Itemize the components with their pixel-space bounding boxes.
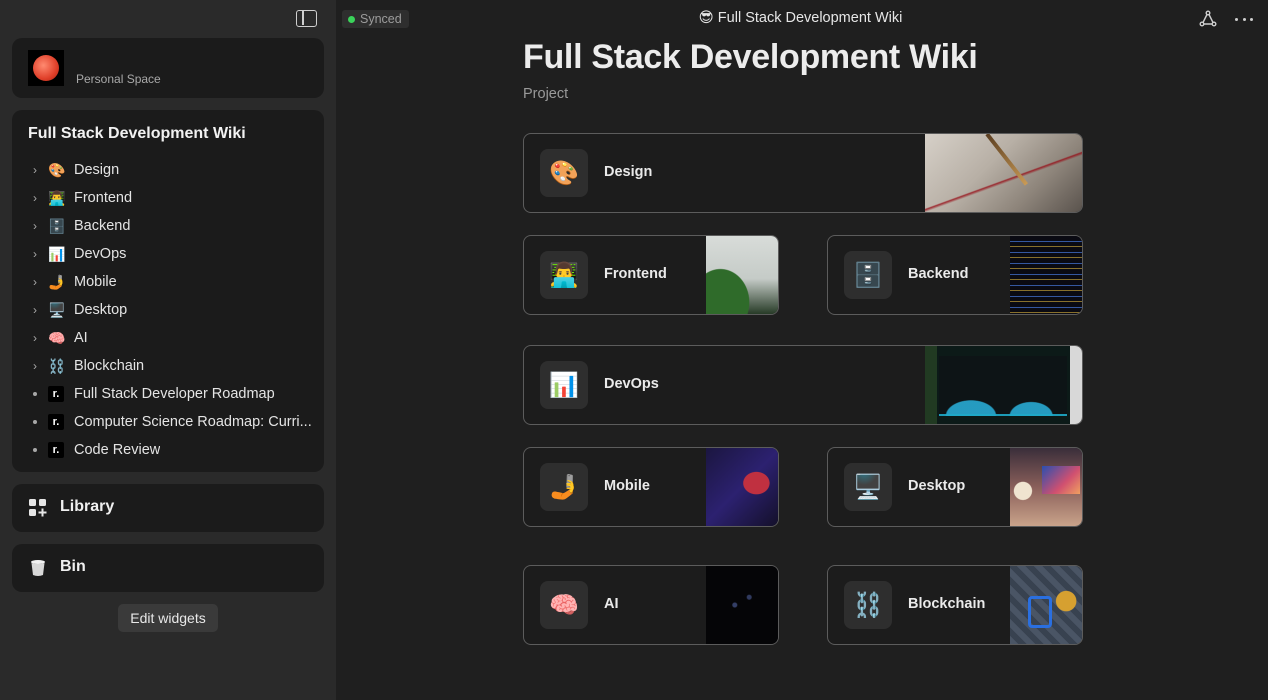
bar-chart-icon: 📊 (540, 361, 588, 409)
roadmap-logo-icon: r. (48, 442, 64, 458)
cover-image (706, 448, 778, 526)
topbar-title: 😎 Full Stack Development Wiki (0, 10, 1268, 26)
tree-item-blockchain[interactable]: › ⛓️ Blockchain (12, 352, 324, 380)
roadmap-logo-icon: r. (48, 414, 64, 430)
tree-item-label: Design (74, 162, 120, 178)
palette-icon: 🎨 (48, 161, 66, 178)
chains-icon: ⛓️ (844, 581, 892, 629)
bar-chart-icon: 📊 (48, 245, 66, 262)
tile-label: AI (604, 596, 619, 612)
selfie-icon: 🤳 (48, 273, 66, 290)
chevron-right-icon[interactable]: › (30, 303, 40, 317)
edit-widgets-button[interactable]: Edit widgets (118, 604, 218, 632)
tree-item-ai[interactable]: › 🧠 AI (12, 324, 324, 352)
tree-item-label: Desktop (74, 302, 128, 318)
tile-mobile[interactable]: 🤳 Mobile (523, 447, 779, 527)
library-label: Library (60, 498, 115, 515)
bin-label: Bin (60, 558, 86, 575)
app-window: Personal Space Full Stack Development Wi… (0, 0, 1268, 700)
share-icon[interactable] (1199, 10, 1217, 28)
tree-item-frontend[interactable]: › 👨‍💻 Frontend (12, 184, 324, 212)
tile-blockchain[interactable]: ⛓️ Blockchain (827, 565, 1083, 645)
technologist-icon: 👨‍💻 (540, 251, 588, 299)
cover-image (1010, 236, 1082, 314)
brain-icon: 🧠 (48, 329, 66, 346)
tree-item-full-stack-roadmap[interactable]: r. Full Stack Developer Roadmap (12, 380, 324, 408)
tree-item-label: Mobile (74, 274, 117, 290)
library-widget[interactable]: Library (12, 484, 324, 532)
tree-item-label: Code Review (74, 442, 161, 458)
tile-desktop[interactable]: 🖥️ Desktop (827, 447, 1083, 527)
chevron-right-icon[interactable]: › (30, 331, 40, 345)
tree-item-label: Full Stack Developer Roadmap (74, 386, 275, 402)
tile-label: Frontend (604, 266, 667, 282)
tree-item-label: DevOps (74, 246, 127, 262)
chevron-right-icon[interactable]: › (30, 163, 40, 177)
space-label: Personal Space (76, 72, 161, 86)
page-subtitle: Project (523, 86, 569, 102)
wiki-title[interactable]: Full Stack Development Wiki (28, 125, 246, 143)
bin-widget[interactable]: Bin (12, 544, 324, 592)
cover-image (706, 566, 778, 644)
chevron-right-icon[interactable]: › (30, 191, 40, 205)
tile-devops[interactable]: 📊 DevOps (523, 345, 1083, 425)
technologist-icon: 👨‍💻 (48, 189, 66, 206)
tree-item-label: AI (74, 330, 88, 346)
wiki-tree: › 🎨 Design › 👨‍💻 Frontend › 🗄️ Backend ›… (12, 156, 324, 464)
tree-item-desktop[interactable]: › 🖥️ Desktop (12, 296, 324, 324)
bullet-icon (30, 448, 40, 452)
wiki-tree-card: Full Stack Development Wiki › 🎨 Design ›… (12, 110, 324, 472)
tree-item-label: Computer Science Roadmap: Curri... (74, 414, 312, 430)
tile-label: Mobile (604, 478, 650, 494)
selfie-icon: 🤳 (540, 463, 588, 511)
tree-item-mobile[interactable]: › 🤳 Mobile (12, 268, 324, 296)
chevron-right-icon[interactable]: › (30, 219, 40, 233)
file-cabinet-icon: 🗄️ (844, 251, 892, 299)
brain-icon: 🧠 (540, 581, 588, 629)
tree-item-label: Backend (74, 218, 131, 234)
tile-label: DevOps (604, 376, 659, 392)
tree-item-label: Blockchain (74, 358, 145, 374)
cover-image (925, 346, 1082, 424)
tree-item-code-review[interactable]: r. Code Review (12, 436, 324, 464)
cover-image (1010, 448, 1082, 526)
document-title[interactable]: 😎 Full Stack Development Wiki (699, 10, 903, 26)
chains-icon: ⛓️ (48, 357, 66, 374)
space-avatar (28, 50, 64, 86)
library-grid-icon (29, 499, 47, 517)
file-cabinet-icon: 🗄️ (48, 217, 66, 234)
chevron-right-icon[interactable]: › (30, 275, 40, 289)
tile-label: Blockchain (908, 596, 986, 612)
bullet-icon (30, 392, 40, 396)
tree-item-design[interactable]: › 🎨 Design (12, 156, 324, 184)
bullet-icon (30, 420, 40, 424)
cover-image (925, 134, 1082, 212)
tile-label: Design (604, 164, 653, 180)
tree-item-cs-roadmap[interactable]: r. Computer Science Roadmap: Curri... (12, 408, 324, 436)
roadmap-logo-icon: r. (48, 386, 64, 402)
cover-image (1010, 566, 1082, 644)
cover-image (706, 236, 778, 314)
page-title[interactable]: Full Stack Development Wiki (523, 38, 978, 77)
bin-icon (31, 560, 45, 576)
tree-item-label: Frontend (74, 190, 133, 206)
more-options-icon[interactable] (1235, 10, 1253, 28)
tile-ai[interactable]: 🧠 AI (523, 565, 779, 645)
sidebar: Personal Space Full Stack Development Wi… (0, 0, 336, 700)
chevron-right-icon[interactable]: › (30, 247, 40, 261)
tile-design[interactable]: 🎨 Design (523, 133, 1083, 213)
tile-frontend[interactable]: 👨‍💻 Frontend (523, 235, 779, 315)
chevron-right-icon[interactable]: › (30, 359, 40, 373)
tile-backend[interactable]: 🗄️ Backend (827, 235, 1083, 315)
desktop-computer-icon: 🖥️ (844, 463, 892, 511)
tree-item-backend[interactable]: › 🗄️ Backend (12, 212, 324, 240)
tile-label: Backend (908, 266, 969, 282)
tile-label: Desktop (908, 478, 966, 494)
palette-icon: 🎨 (540, 149, 588, 197)
desktop-computer-icon: 🖥️ (48, 301, 66, 318)
tree-item-devops[interactable]: › 📊 DevOps (12, 240, 324, 268)
personal-space-card[interactable]: Personal Space (12, 38, 324, 98)
